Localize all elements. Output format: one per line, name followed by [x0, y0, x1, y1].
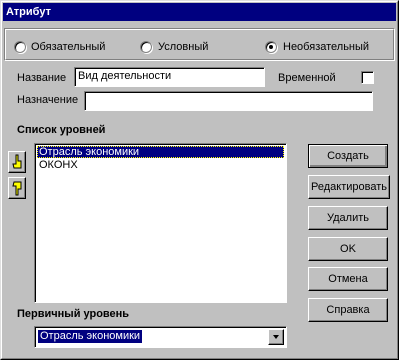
purpose-label: Назначение	[17, 94, 79, 106]
pointing-hand-up-icon	[12, 154, 22, 169]
delete-button-label: Удалить	[327, 212, 369, 224]
attribute-dialog: Атрибут Обязательный Условный Необязател…	[0, 0, 399, 360]
title-bar[interactable]: Атрибут	[3, 3, 396, 21]
list-item[interactable]: ОКОНХ	[37, 159, 80, 171]
list-item[interactable]: Отрасль экономики	[37, 146, 284, 158]
radio-conditional-label[interactable]: Условный	[158, 41, 208, 54]
radio-selected-dot	[269, 45, 273, 49]
pointing-hand-down-icon	[12, 181, 22, 196]
radio-optional-label[interactable]: Необязательный	[283, 41, 369, 54]
radio-optional[interactable]	[265, 41, 277, 53]
chevron-down-icon[interactable]	[268, 329, 284, 345]
primary-level-heading: Первичный уровень	[17, 308, 130, 320]
purpose-input[interactable]	[84, 91, 373, 111]
help-button[interactable]: Справка	[308, 298, 388, 322]
temporary-label: Временной	[278, 72, 336, 84]
primary-level-select[interactable]: Отрасль экономики	[34, 326, 287, 348]
cancel-button[interactable]: Отмена	[308, 267, 388, 291]
create-button[interactable]: Создать	[308, 144, 388, 168]
levels-list[interactable]: Отрасль экономики ОКОНХ	[34, 143, 287, 303]
ok-button[interactable]: OK	[308, 237, 388, 261]
edit-button[interactable]: Редактировать	[308, 175, 390, 199]
move-up-button[interactable]	[8, 151, 26, 173]
levels-heading: Список уровней	[17, 124, 106, 136]
name-input[interactable]: Вид деятельности	[74, 67, 265, 87]
ok-button-label: OK	[340, 243, 356, 255]
help-button-label: Справка	[326, 304, 370, 316]
move-down-button[interactable]	[8, 177, 26, 199]
window-title: Атрибут	[6, 6, 51, 18]
radio-conditional[interactable]	[140, 41, 152, 53]
temporary-checkbox[interactable]	[361, 71, 374, 84]
radio-mandatory-label[interactable]: Обязательный	[31, 41, 105, 54]
radio-mandatory[interactable]	[14, 41, 26, 53]
cancel-button-label: Отмена	[328, 273, 368, 285]
name-label: Название	[17, 72, 67, 84]
create-button-label: Создать	[327, 150, 369, 162]
delete-button[interactable]: Удалить	[308, 206, 388, 230]
primary-level-value: Отрасль экономики	[38, 330, 143, 343]
edit-button-label: Редактировать	[311, 181, 387, 193]
